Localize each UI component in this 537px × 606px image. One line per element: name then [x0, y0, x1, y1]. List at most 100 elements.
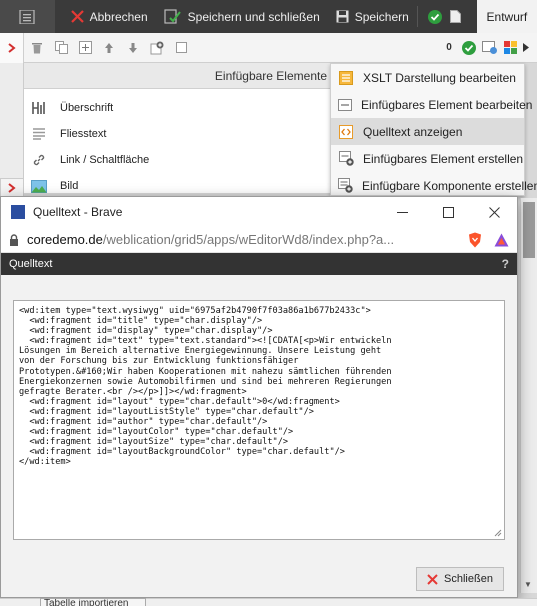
split-button[interactable]	[74, 37, 96, 59]
lock-icon	[10, 233, 18, 246]
link-icon	[30, 152, 48, 168]
arrow-down-icon	[129, 42, 137, 53]
resize-grip-icon[interactable]	[494, 529, 502, 537]
insertable-elements-panel: Einfügbare Elemente Überschrift Fliesste…	[24, 63, 332, 193]
window-titlebar: Quelltext - Brave	[1, 197, 517, 227]
menu-button[interactable]	[0, 0, 55, 33]
editor-toolbar-right: 0	[442, 40, 537, 55]
main-toolbar: Abbrechen Speichern und schließen Speich…	[0, 0, 537, 33]
expand-handle-lower[interactable]	[0, 178, 24, 198]
floppy-icon	[336, 10, 349, 23]
dialog-body: <wd:item type="text.wysiwyg" uid="6975af…	[1, 275, 517, 597]
menu-item-create-component[interactable]: Einfügbare Komponente erstellen	[331, 172, 537, 199]
insert-item-label: Bild	[60, 180, 79, 192]
scroll-down-icon[interactable]: ▼	[524, 580, 532, 589]
status-toggle[interactable]	[418, 0, 477, 33]
dialog-title: Quelltext	[9, 258, 53, 270]
paragraph-icon	[30, 126, 48, 142]
insert-item-label: Überschrift	[60, 102, 114, 114]
insert-item-heading[interactable]: Überschrift	[24, 95, 331, 121]
close-dialog-label: Schließen	[444, 573, 493, 585]
save-button[interactable]: Speichern	[328, 0, 417, 33]
app-icon	[11, 205, 25, 219]
menu-item-show-source[interactable]: Quelltext anzeigen	[331, 118, 524, 145]
create-component-icon	[338, 178, 353, 194]
url-path: /weblication/grid5/apps/wEditorWd8/index…	[102, 232, 395, 247]
image-icon	[30, 178, 48, 194]
copy-button[interactable]	[50, 37, 72, 59]
window-controls	[379, 197, 517, 227]
move-up-button[interactable]	[98, 37, 120, 59]
edit-element-icon	[338, 97, 352, 113]
delete-button[interactable]	[26, 37, 48, 59]
menu-item-label: Quelltext anzeigen	[363, 124, 463, 139]
maximize-icon	[442, 206, 454, 218]
insert-item-label: Fliesstext	[60, 128, 107, 140]
context-menu: XSLT Darstellung bearbeiten Einfügbares …	[330, 63, 537, 199]
scrollbar-thumb[interactable]	[523, 202, 535, 258]
menu-item-create-element[interactable]: Einfügbares Element erstellen	[331, 145, 524, 172]
save-label: Speichern	[354, 9, 409, 24]
url-domain: coredemo.de	[27, 232, 103, 247]
copy-icon	[54, 41, 68, 54]
panel-title: Einfügbare Elemente	[24, 63, 331, 89]
xslt-icon	[338, 70, 354, 86]
menu-item-edit-element[interactable]: Einfügbares Element bearbeiten	[331, 91, 532, 118]
save-close-button[interactable]: Speichern und schließen	[156, 0, 328, 33]
checkbox-icon	[175, 42, 187, 53]
expand-handle[interactable]	[0, 32, 24, 63]
move-down-button[interactable]	[122, 37, 144, 59]
page-scrollbar[interactable]: ▼	[520, 198, 537, 593]
menu-icon	[19, 9, 35, 24]
source-textarea[interactable]: <wd:item type="text.wysiwyg" uid="6975af…	[13, 300, 505, 540]
create-element-icon	[338, 151, 354, 167]
color-grid-icon[interactable]	[504, 41, 517, 54]
save-close-icon	[164, 8, 181, 24]
import-table-button[interactable]: Tabelle importieren	[40, 598, 146, 606]
url-actions	[462, 232, 509, 248]
menu-item-label: Einfügbares Element erstellen	[363, 151, 524, 166]
insert-element-button[interactable]	[146, 37, 168, 59]
maximize-button[interactable]	[425, 197, 471, 227]
cancel-button[interactable]: Abbrechen	[55, 0, 156, 33]
settings-page-icon[interactable]	[482, 40, 498, 55]
minimize-icon	[396, 211, 408, 213]
left-strip	[0, 63, 24, 193]
close-icon	[488, 206, 500, 218]
menu-item-label: Einfügbares Element bearbeiten	[361, 97, 533, 112]
window-title: Quelltext - Brave	[33, 205, 123, 219]
brave-shield-icon[interactable]	[468, 232, 482, 248]
window-close-button[interactable]	[471, 197, 517, 227]
source-popup-window: Quelltext - Brave coredemo.de/weblicatio…	[0, 196, 518, 598]
menu-item-label: Einfügbare Komponente erstellen	[362, 178, 537, 193]
triangle-right-icon[interactable]	[523, 43, 529, 52]
address-bar[interactable]: coredemo.de/weblication/grid5/apps/wEdit…	[1, 227, 517, 253]
page-icon	[449, 10, 461, 23]
select-checkbox[interactable]	[170, 37, 192, 59]
help-button[interactable]: ?	[502, 257, 509, 271]
menu-item-edit-xslt[interactable]: XSLT Darstellung bearbeiten	[331, 64, 524, 91]
save-close-label: Speichern und schließen	[187, 9, 320, 24]
heading-icon	[30, 100, 48, 116]
insert-item-link[interactable]: Link / Schaltfläche	[24, 147, 331, 173]
check-circle-icon[interactable]	[462, 40, 476, 55]
arrow-up-icon	[105, 42, 113, 53]
insert-item-paragraph[interactable]: Fliesstext	[24, 121, 331, 147]
cancel-label: Abbrechen	[89, 9, 148, 24]
close-icon	[70, 10, 84, 23]
trash-icon	[32, 43, 42, 54]
close-icon	[427, 573, 438, 585]
status-tab-draft[interactable]: Entwurf	[476, 0, 537, 33]
editor-toolbar: 0	[0, 32, 537, 63]
close-dialog-button[interactable]: Schließen	[416, 567, 504, 591]
minimize-button[interactable]	[379, 197, 425, 227]
chevron-right-icon	[8, 183, 16, 193]
split-icon	[78, 41, 92, 54]
chevron-right-icon	[7, 42, 16, 53]
source-code-icon	[338, 124, 354, 140]
insert-element-icon	[150, 41, 164, 54]
counter-badge: 0	[446, 42, 452, 53]
brave-rewards-icon[interactable]	[494, 233, 509, 247]
source-text: <wd:item type="text.wysiwyg" uid="6975af…	[19, 306, 392, 468]
menu-item-label: XSLT Darstellung bearbeiten	[363, 70, 516, 85]
